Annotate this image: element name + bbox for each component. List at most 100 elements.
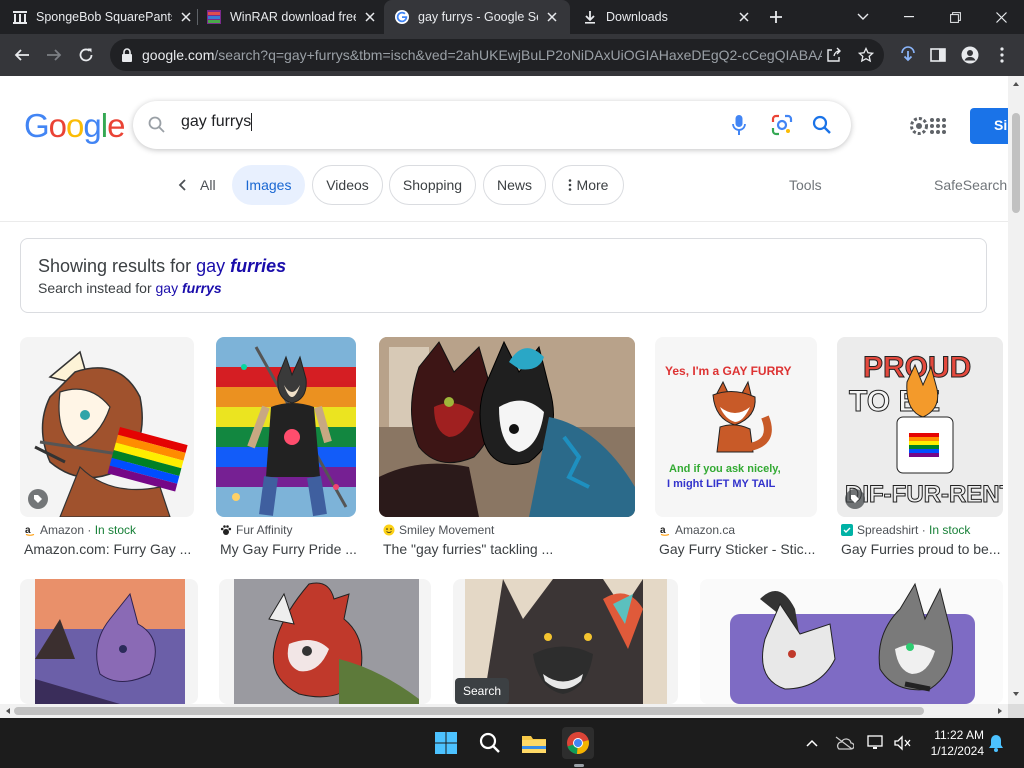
result-thumbnail[interactable] <box>700 579 1003 704</box>
menu-dots-icon[interactable] <box>992 45 1012 65</box>
filter-all[interactable]: All <box>176 165 216 205</box>
browser-toolbar: google.com/search?q=gay+furrys&tbm=isch&… <box>0 34 1024 76</box>
lock-icon[interactable] <box>120 47 134 63</box>
tab-search-chevron-icon[interactable] <box>840 0 886 34</box>
sign-in-button[interactable]: Si <box>970 108 1008 144</box>
result-title[interactable]: Gay Furry Sticker - Stic... <box>659 541 819 557</box>
search-query: gay furrys <box>181 113 252 131</box>
onedrive-cloud-icon[interactable] <box>834 733 854 753</box>
image-result[interactable] <box>700 579 1003 704</box>
minimize-button[interactable] <box>886 0 932 34</box>
image-result[interactable]: Fur Affinity My Gay Furry Pride ... <box>216 337 357 559</box>
download-status-icon[interactable] <box>898 45 918 65</box>
profile-icon[interactable] <box>960 45 980 65</box>
image-result[interactable]: Smiley Movement The "gay furries" tackli… <box>379 337 635 559</box>
columns-icon <box>12 9 28 25</box>
result-title[interactable]: Gay Furries proud to be... <box>841 541 1005 557</box>
corrected-query-link[interactable]: gay furries <box>196 256 286 276</box>
result-thumbnail[interactable]: Yes, I'm a GAY FURRY And if you ask nice… <box>655 337 817 517</box>
result-source: Spreadshirt · In stock <box>841 523 970 537</box>
smiley-icon <box>383 524 395 536</box>
original-query-link[interactable]: gay furrys <box>156 280 222 296</box>
corrected-plain: gay <box>196 256 226 276</box>
tools-button[interactable]: Tools <box>789 177 822 193</box>
download-icon <box>582 9 598 25</box>
new-tab-button[interactable] <box>766 7 786 27</box>
chip-images[interactable]: Images <box>232 165 305 205</box>
voice-search-mic-icon[interactable] <box>727 113 751 137</box>
vertical-scroll-thumb[interactable] <box>1012 113 1020 213</box>
forward-button[interactable] <box>42 43 66 67</box>
result-title[interactable]: Amazon.com: Furry Gay ... <box>24 541 196 557</box>
network-monitor-icon[interactable] <box>866 733 886 753</box>
magnifier-icon <box>479 732 500 753</box>
volume-muted-icon[interactable] <box>892 733 912 753</box>
system-clock[interactable]: 11:22 AM 1/12/2024 <box>922 727 984 759</box>
result-source: Fur Affinity <box>220 523 292 537</box>
vertical-scrollbar[interactable] <box>1008 76 1024 704</box>
address-url: google.com/search?q=gay+furrys&tbm=isch&… <box>142 47 822 63</box>
chip-videos[interactable]: Videos <box>312 165 383 205</box>
source-name: Amazon.ca <box>675 523 736 537</box>
tab-downloads[interactable]: Downloads <box>582 0 752 34</box>
search-submit-icon[interactable] <box>810 113 834 137</box>
close-window-button[interactable] <box>978 0 1024 34</box>
chip-shopping[interactable]: Shopping <box>389 165 476 205</box>
tab-separator <box>197 9 198 25</box>
reload-button[interactable] <box>74 43 98 67</box>
chrome-taskbar-button[interactable] <box>562 727 594 759</box>
google-logo[interactable]: Google <box>24 107 125 145</box>
back-button[interactable] <box>10 43 34 67</box>
tray-overflow-chevron-icon[interactable] <box>802 733 822 753</box>
restore-button[interactable] <box>932 0 978 34</box>
image-result[interactable]: Yes, I'm a GAY FURRY And if you ask nice… <box>655 337 817 559</box>
taskbar-search-button[interactable] <box>474 727 506 759</box>
result-source: a Amazon · In stock <box>25 523 137 537</box>
start-button[interactable] <box>430 727 462 759</box>
notification-bell-icon[interactable] <box>986 733 1006 753</box>
result-thumbnail[interactable]: PROUD TO BE DIF-FUR-RENT <box>837 337 1003 517</box>
search-box[interactable]: gay furrys <box>133 101 851 149</box>
chip-more[interactable]: More <box>552 165 624 205</box>
share-icon[interactable] <box>824 45 844 65</box>
tab-winrar[interactable]: WinRAR download free <box>206 0 378 34</box>
result-thumbnail[interactable] <box>379 337 635 517</box>
image-result[interactable] <box>20 579 198 704</box>
close-icon[interactable] <box>544 9 560 25</box>
windows-taskbar: 11:22 AM 1/12/2024 <box>0 718 1024 768</box>
result-thumbnail[interactable] <box>216 337 356 517</box>
result-source: Smiley Movement <box>383 523 494 537</box>
address-bar[interactable]: google.com/search?q=gay+furrys&tbm=isch&… <box>110 39 884 71</box>
scroll-down-icon[interactable] <box>1008 688 1024 700</box>
tab-title: Downloads <box>606 10 668 24</box>
safesearch-button[interactable]: SafeSearch <box>934 177 1007 193</box>
result-title[interactable]: The "gay furries" tackling ... <box>383 541 639 557</box>
chip-news[interactable]: News <box>483 165 546 205</box>
side-panel-icon[interactable] <box>928 45 948 65</box>
result-thumbnail[interactable] <box>20 337 194 517</box>
file-explorer-button[interactable] <box>518 727 550 759</box>
horizontal-scrollbar[interactable] <box>0 704 1008 718</box>
result-thumbnail[interactable] <box>219 579 431 704</box>
scroll-up-icon[interactable] <box>1008 78 1024 90</box>
image-result[interactable]: a Amazon · In stock Amazon.com: Furry Ga… <box>20 337 194 559</box>
close-icon[interactable] <box>362 9 378 25</box>
tab-google-search[interactable]: gay furrys - Google Search <box>384 0 570 34</box>
tab-spongebob[interactable]: SpongeBob SquarePants <box>12 0 194 34</box>
image-result[interactable] <box>219 579 431 704</box>
bookmark-star-icon[interactable] <box>856 45 876 65</box>
scroll-right-icon[interactable] <box>994 704 1006 718</box>
result-thumbnail[interactable] <box>20 579 198 704</box>
original-plain: gay <box>155 280 179 296</box>
search-input[interactable]: gay furrys <box>181 113 701 137</box>
result-title[interactable]: My Gay Furry Pride ... <box>220 541 360 557</box>
horizontal-scroll-thumb[interactable] <box>14 707 924 715</box>
filter-all-label: All <box>200 177 216 193</box>
google-lens-icon[interactable] <box>770 113 794 137</box>
close-icon[interactable] <box>736 9 752 25</box>
image-result[interactable]: PROUD TO BE DIF-FUR-RENT Spreadshirt · I… <box>837 337 1003 559</box>
showing-prefix: Showing results for <box>38 256 192 276</box>
settings-gear-apps-icon[interactable] <box>908 114 948 138</box>
scroll-left-icon[interactable] <box>2 704 14 718</box>
close-icon[interactable] <box>178 9 194 25</box>
